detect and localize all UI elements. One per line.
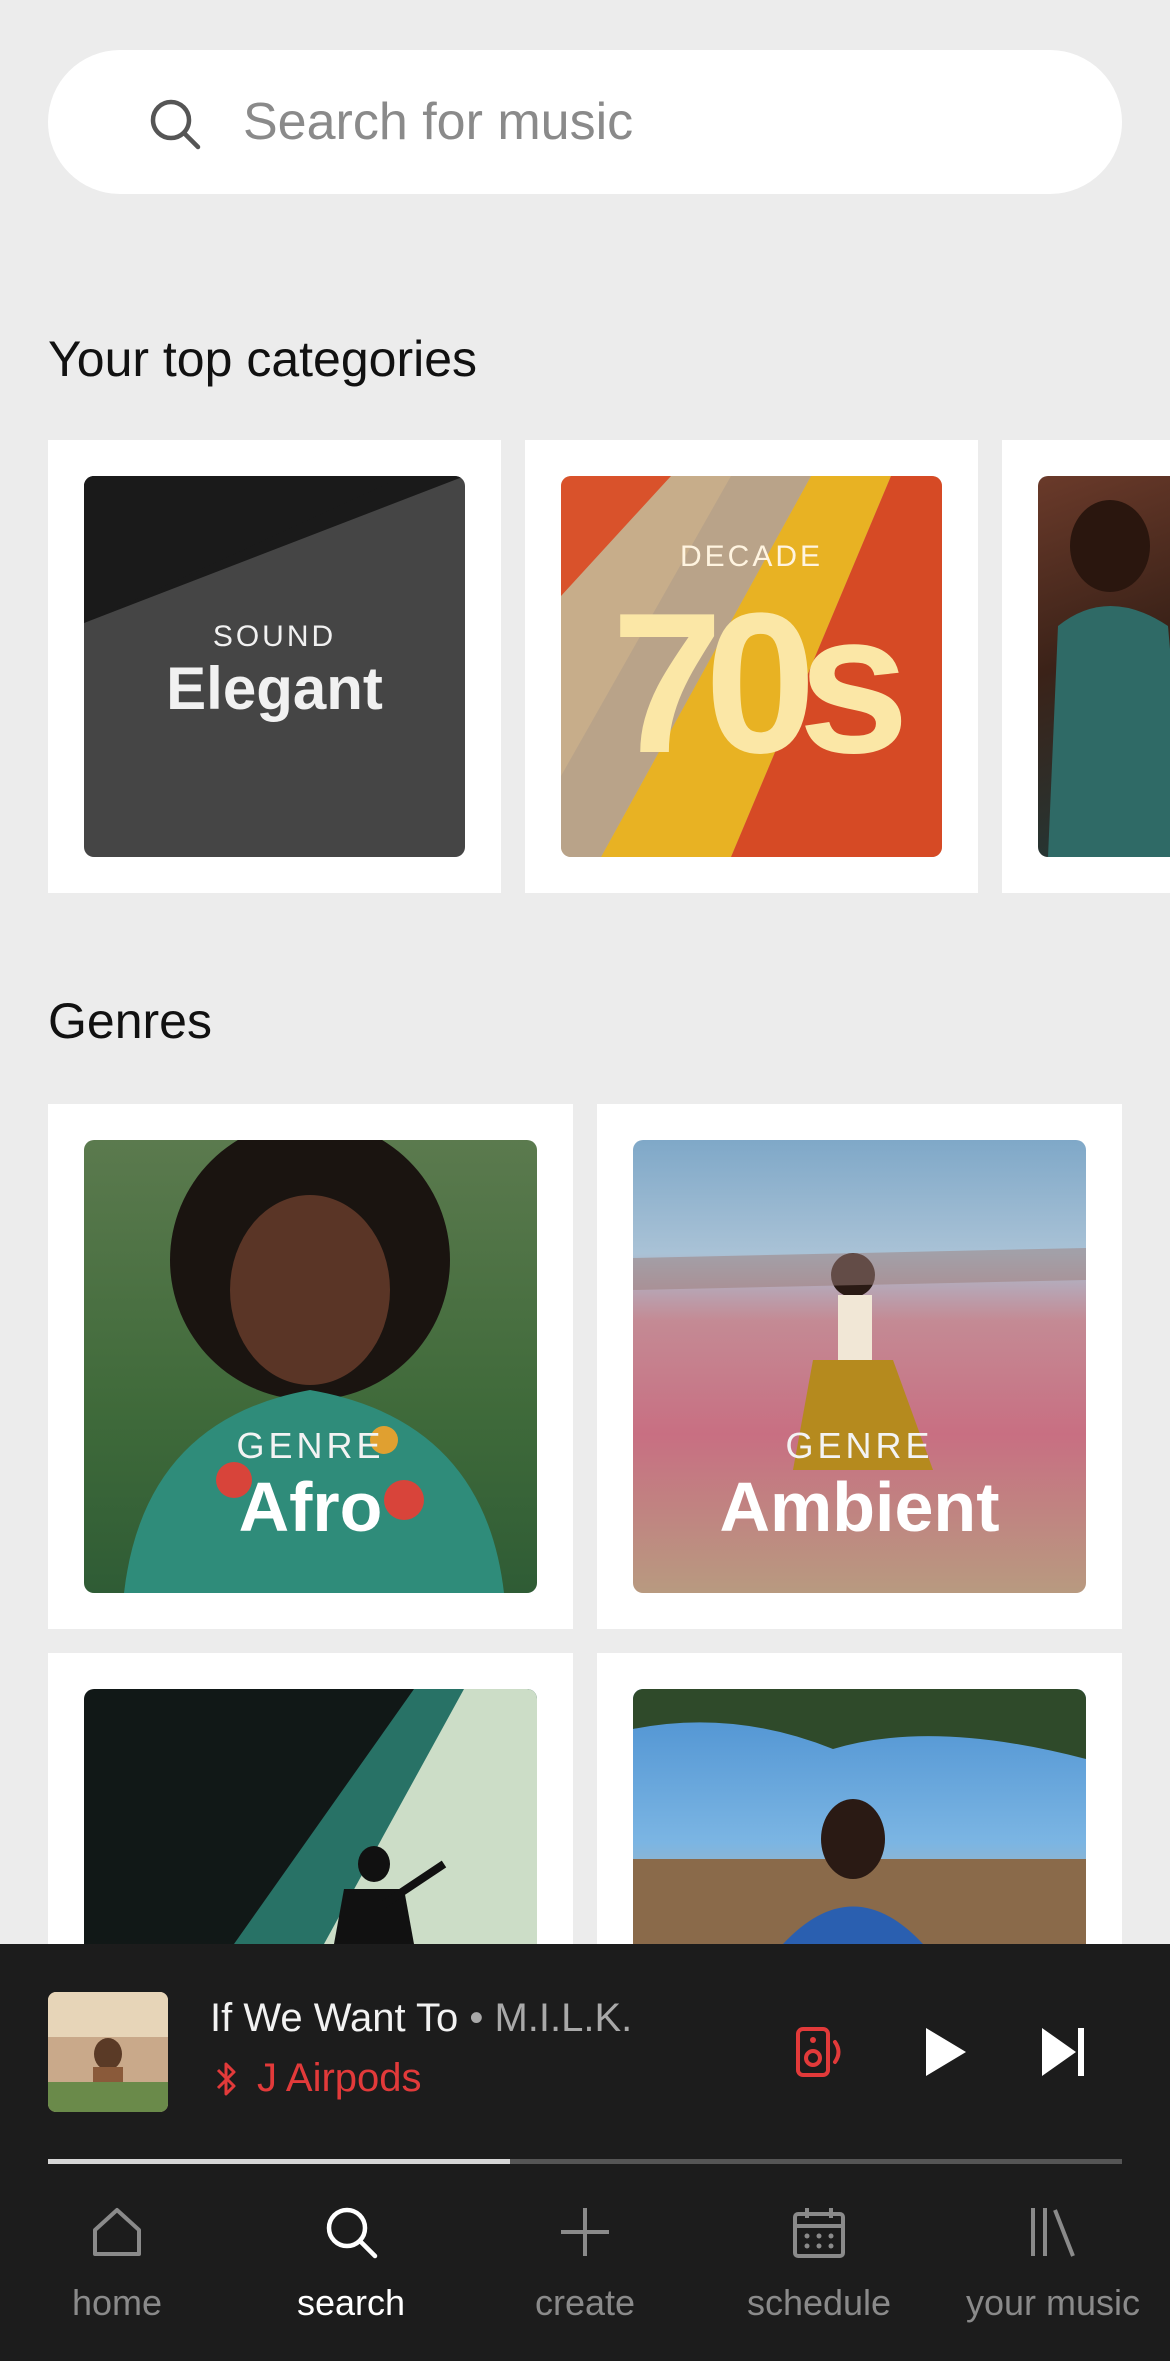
search-input[interactable] (243, 84, 1063, 160)
category-card-partial[interactable] (1002, 440, 1170, 893)
genre-photo-outdoor (633, 1689, 1086, 1944)
category-card-70s[interactable]: DECADE 70s (525, 440, 978, 893)
top-categories-title: Your top categories (48, 331, 478, 387)
nav-item-create[interactable]: create (468, 2164, 702, 2361)
genre-kicker: GENRE (785, 1425, 934, 1466)
device-name: J Airpods (257, 2056, 422, 2100)
home-icon (93, 2208, 141, 2256)
nav-label-create: create (534, 2282, 636, 2323)
track-separator: • (458, 1996, 495, 2040)
search-bar[interactable] (48, 50, 1122, 194)
category-label: 70s (611, 572, 910, 795)
genre-label: Afro (238, 1468, 383, 1546)
playback-device[interactable]: J Airpods (215, 2056, 422, 2101)
artwork-image (48, 1992, 168, 2112)
category-kicker: SOUND (212, 620, 337, 653)
nav-label-schedule: schedule (746, 2282, 892, 2323)
category-art-70s: DECADE 70s (561, 476, 942, 857)
genre-art-concert (84, 1689, 537, 1944)
now-playing-artwork[interactable] (48, 1992, 168, 2112)
nav-item-search[interactable]: search (234, 2164, 468, 2361)
nav-item-home[interactable]: home (0, 2164, 234, 2361)
library-icon (1031, 2208, 1075, 2257)
calendar-icon (793, 2208, 845, 2258)
nav-item-schedule[interactable]: schedule (702, 2164, 936, 2361)
category-art-elegant: SOUND Elegant (84, 476, 465, 857)
category-art-partial (1038, 476, 1170, 857)
track-info: If We Want To • M.I.L.K. (210, 1996, 632, 2041)
genre-card-ambient[interactable]: GENRE Ambient (597, 1104, 1122, 1629)
nav-label-home: home (71, 2282, 163, 2323)
nav-label-search: search (296, 2282, 406, 2323)
skip-next-icon[interactable] (1038, 2024, 1088, 2080)
nav-label-your-music: your music (965, 2282, 1141, 2323)
track-title: If We Want To (210, 1996, 459, 2040)
plus-icon (561, 2208, 609, 2256)
category-card-elegant[interactable]: SOUND Elegant (48, 440, 501, 893)
track-artist: M.I.L.K. (494, 1996, 633, 2040)
genres-title: Genres (48, 993, 212, 1049)
genre-kicker: GENRE (236, 1425, 385, 1466)
genre-card-outdoor[interactable] (597, 1653, 1122, 1944)
genre-art-afro: GENRE Afro (84, 1140, 537, 1593)
genre-label: Ambient (719, 1468, 1000, 1546)
now-playing-bar[interactable]: If We Want To • M.I.L.K. J Airpods (0, 1944, 1170, 2164)
genre-art-ambient: GENRE Ambient (633, 1140, 1086, 1593)
genre-photo-concert (234, 1689, 537, 1944)
person-silhouette (1048, 500, 1170, 857)
search-icon (150, 99, 201, 150)
category-label: Elegant (166, 655, 383, 722)
bluetooth-icon (216, 2062, 236, 2095)
genre-art-outdoor (633, 1689, 1086, 1944)
genre-card-concert[interactable] (48, 1653, 573, 1944)
category-kicker: DECADE (679, 540, 824, 573)
genre-card-afro[interactable]: GENRE Afro (48, 1104, 573, 1629)
bottom-nav: home search create schedule your music (0, 2164, 1170, 2361)
connect-device-icon[interactable] (795, 2026, 847, 2078)
search-icon (326, 2207, 378, 2259)
play-icon[interactable] (920, 2024, 970, 2080)
nav-item-your-music[interactable]: your music (936, 2164, 1170, 2361)
